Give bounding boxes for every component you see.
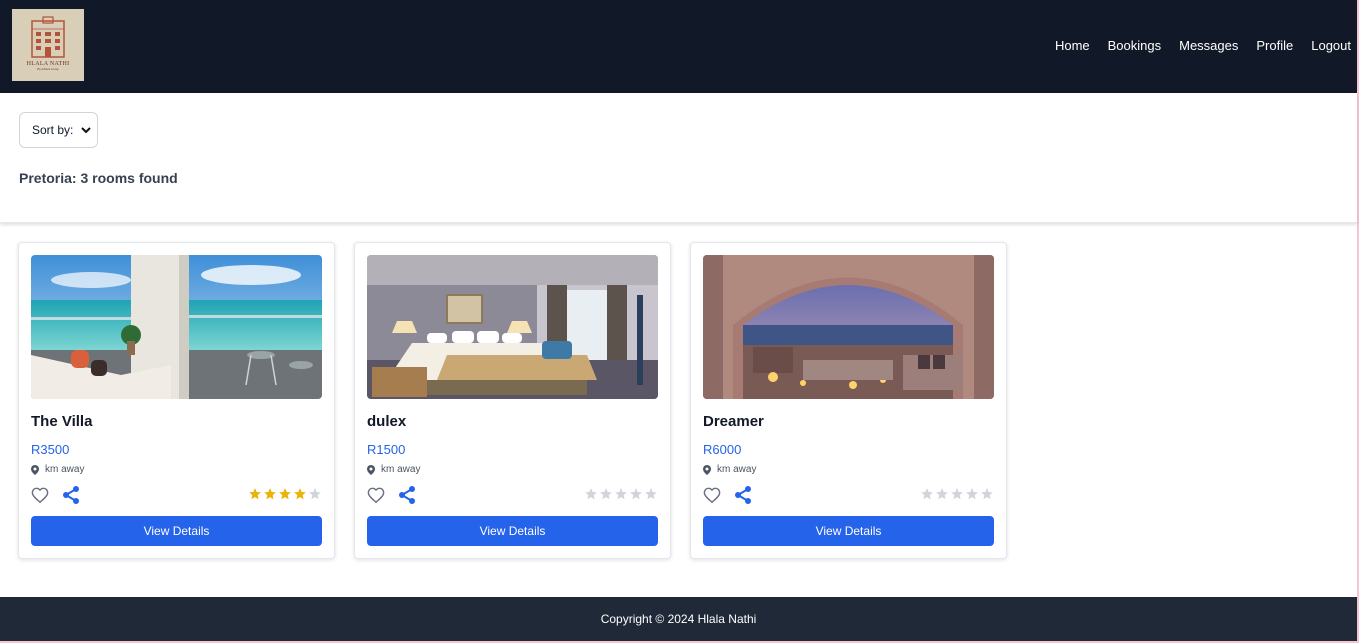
room-image-beach-balcony[interactable] [31,255,322,399]
sort-label: Sort by: [32,123,74,137]
sort-dropdown[interactable]: Sort by: [19,112,98,148]
nav-profile-link[interactable]: Profile [1256,38,1293,53]
star-icon [630,488,642,500]
room-list: The Villa R3500 km away View Details dul… [18,242,1007,559]
map-pin-icon [703,464,711,475]
star-icon [294,488,306,500]
heart-icon[interactable] [31,487,49,503]
room-location: km away [367,464,420,475]
star-icon [309,488,321,500]
map-pin-icon [367,464,375,475]
map-pin-icon [31,464,39,475]
star-icon [264,488,276,500]
view-details-button[interactable]: View Details [703,516,994,546]
star-icon [951,488,963,500]
star-icon [585,488,597,500]
footer: Copyright © 2024 Hlala Nathi [0,597,1357,641]
main-nav: Home Bookings Messages Profile Logout [1055,38,1351,53]
star-icon [249,488,261,500]
room-actions [703,486,751,504]
nav-logout-link[interactable]: Logout [1311,38,1351,53]
results-summary: Pretoria: 3 rooms found [19,170,178,186]
share-icon[interactable] [63,486,79,504]
star-icon [936,488,948,500]
room-actions [367,486,415,504]
view-details-button[interactable]: View Details [31,516,322,546]
room-location: km away [703,464,756,475]
star-icon [615,488,627,500]
view-details-button[interactable]: View Details [367,516,658,546]
nav-home-link[interactable]: Home [1055,38,1090,53]
room-title: The Villa [31,413,93,430]
room-title: dulex [367,413,407,430]
share-icon[interactable] [735,486,751,504]
star-icon [981,488,993,500]
chevron-down-icon [81,127,91,134]
room-actions [31,486,79,504]
room-rating [248,487,322,501]
nav-bookings-link[interactable]: Bookings [1108,38,1161,53]
room-rating [920,487,994,501]
room-image-bedroom[interactable] [367,255,658,399]
star-icon [645,488,657,500]
room-distance: km away [381,464,421,475]
logo-subtitle: By Adhera Group [37,67,59,71]
room-price: R3500 [31,442,70,457]
nav-messages-link[interactable]: Messages [1179,38,1238,53]
room-price: R1500 [367,442,406,457]
filter-panel: Sort by: Pretoria: 3 rooms found [0,93,1357,223]
star-icon [600,488,612,500]
room-rating [584,487,658,501]
room-card: dulex R1500 km away View Details [354,242,671,559]
room-location: km away [31,464,84,475]
brand-logo[interactable]: HLALA NATHI By Adhera Group [12,9,84,81]
heart-icon[interactable] [367,487,385,503]
hotel-building-logo [31,16,65,58]
star-icon [279,488,291,500]
room-title: Dreamer [703,413,764,430]
room-distance: km away [45,464,85,475]
star-icon [966,488,978,500]
room-image-terrace-lounge[interactable] [703,255,994,399]
heart-icon[interactable] [703,487,721,503]
copyright-text: Copyright © 2024 Hlala Nathi [600,612,757,626]
room-card: The Villa R3500 km away View Details [18,242,335,559]
room-distance: km away [717,464,757,475]
share-icon[interactable] [399,486,415,504]
room-price: R6000 [703,442,742,457]
room-card: Dreamer R6000 km away View Details [690,242,1007,559]
navbar: HLALA NATHI By Adhera Group Home Booking… [0,0,1357,93]
star-icon [921,488,933,500]
